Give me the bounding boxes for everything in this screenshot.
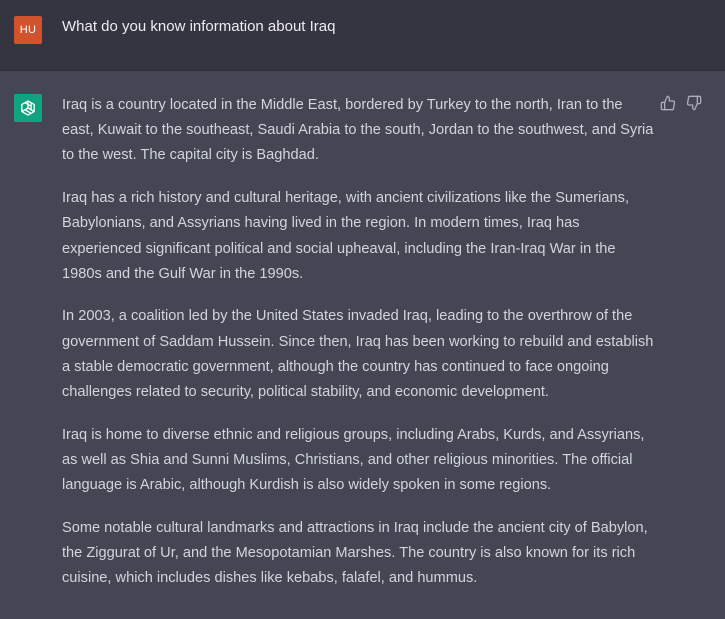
thumbs-down-icon bbox=[686, 95, 702, 111]
response-paragraph: Iraq is a country located in the Middle … bbox=[62, 97, 654, 164]
assistant-response: Iraq is a country located in the Middle … bbox=[62, 93, 654, 609]
user-message-row: HU What do you know information about Ir… bbox=[0, 0, 725, 71]
openai-logo-icon bbox=[21, 100, 35, 116]
response-paragraph: Iraq has a rich history and cultural her… bbox=[62, 190, 629, 282]
user-message-text: What do you know information about Iraq bbox=[62, 18, 336, 35]
response-paragraph: Iraq is home to diverse ethnic and relig… bbox=[62, 426, 645, 494]
thumbs-down-button[interactable] bbox=[686, 95, 702, 111]
assistant-message-row: Iraq is a country located in the Middle … bbox=[0, 71, 725, 619]
assistant-avatar bbox=[14, 94, 42, 122]
response-paragraph: In 2003, a coalition led by the United S… bbox=[62, 308, 654, 401]
user-avatar: HU bbox=[14, 16, 42, 44]
response-paragraph: Some notable cultural landmarks and attr… bbox=[62, 519, 648, 587]
thumbs-up-button[interactable] bbox=[660, 95, 676, 111]
thumbs-up-icon bbox=[660, 95, 676, 111]
